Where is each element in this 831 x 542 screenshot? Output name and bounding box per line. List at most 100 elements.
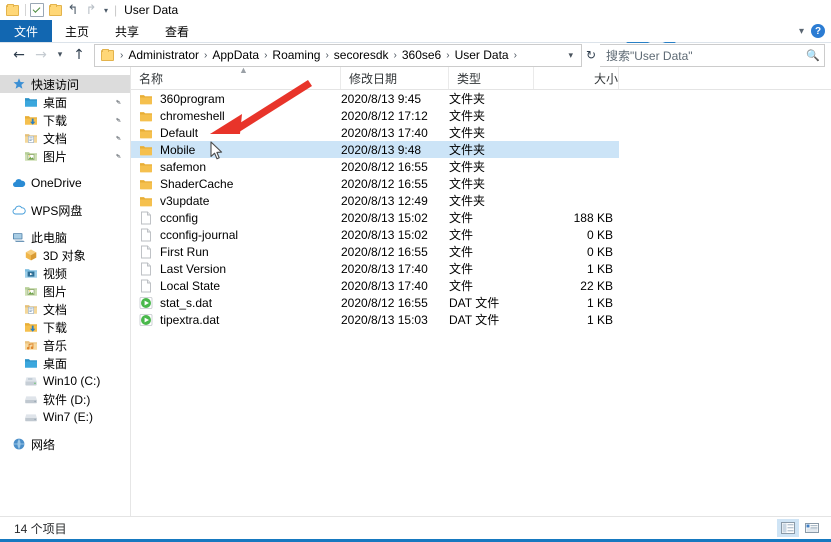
file-icon <box>139 245 153 259</box>
breadcrumb-item-roaming[interactable]: Roaming <box>270 48 322 62</box>
arrow-right-icon[interactable]: → <box>30 45 52 65</box>
folder-icon <box>139 143 153 157</box>
column-header-name[interactable]: 名称 <box>131 67 341 89</box>
file-name-label: 360program <box>160 91 225 106</box>
sidebar-item-0[interactable]: 快速访问 <box>0 75 130 93</box>
pin-icon[interactable]: ✒ <box>113 114 124 125</box>
pin-icon[interactable]: ✒ <box>113 96 124 107</box>
tab-share[interactable]: 共享 <box>102 20 152 42</box>
folder-icon <box>139 109 153 123</box>
table-row[interactable]: safemon 2020/8/12 16:55 文件夹 <box>131 158 619 175</box>
tab-home[interactable]: 主页 <box>52 20 102 42</box>
table-row[interactable]: Last Version 2020/8/13 17:40 文件 1 KB <box>131 260 619 277</box>
sidebar-item-15[interactable]: Win10 (C:) <box>0 372 130 390</box>
sidebar-item-1[interactable]: 桌面 ✒ <box>0 93 130 111</box>
sidebar-item-17[interactable]: Win7 (E:) <box>0 408 130 426</box>
tiles-view-icon[interactable] <box>801 519 823 537</box>
sidebar-item-8[interactable]: 3D 对象 <box>0 246 130 264</box>
sidebar-item-4[interactable]: 图片 ✒ <box>0 147 130 165</box>
cell-date: 2020/8/13 9:45 <box>341 91 422 106</box>
details-view-icon[interactable] <box>777 519 799 537</box>
view-toggle-group <box>777 519 831 537</box>
breadcrumb-chevron-down-icon[interactable]: ▾ <box>564 50 577 61</box>
folder-icon <box>139 160 153 174</box>
explorer-body: 快速访问 桌面 ✒ 下载 ✒ 文档 ✒ 图片 ✒ OneDrive WPS网盘 此电脑 3D 对象 视频图… <box>0 66 831 516</box>
documents-folder-icon <box>24 302 38 316</box>
help-icon[interactable]: ? <box>811 24 825 38</box>
search-placeholder: 搜索"User Data" <box>606 48 693 63</box>
sidebar-item-10[interactable]: 图片 <box>0 282 130 300</box>
breadcrumb[interactable]: › Administrator › AppData › Roaming › se… <box>94 43 582 67</box>
table-row[interactable]: cconfig 2020/8/13 15:02 文件 188 KB <box>131 209 619 226</box>
downloads-folder-icon <box>24 320 38 334</box>
sidebar-item-11[interactable]: 文档 <box>0 300 130 318</box>
file-name-label: cconfig-journal <box>160 227 239 242</box>
pin-icon[interactable]: ✒ <box>113 132 124 143</box>
recent-locations-chevron-down-icon[interactable]: ▾ <box>52 45 68 65</box>
cell-type: DAT 文件 <box>449 296 500 310</box>
column-header-size[interactable]: 大小 <box>534 67 619 89</box>
arrow-up-icon[interactable]: ↑ <box>68 45 90 65</box>
cell-type: 文件夹 <box>449 194 486 208</box>
sidebar-item-3[interactable]: 文档 ✒ <box>0 129 130 147</box>
sidebar-item-12[interactable]: 下载 <box>0 318 130 336</box>
breadcrumb-item-secoresdk[interactable]: secoresdk <box>332 48 391 62</box>
cell-size <box>534 141 619 158</box>
sidebar-item-18[interactable]: 网络 <box>0 435 130 453</box>
table-row[interactable]: tipextra.dat 2020/8/13 15:03 DAT 文件 1 KB <box>131 311 619 328</box>
column-header-date[interactable]: 修改日期 <box>341 67 449 89</box>
file-icon <box>139 279 153 293</box>
table-row[interactable]: v3update 2020/8/13 12:49 文件夹 <box>131 192 619 209</box>
chevron-down-icon[interactable]: ▾ <box>104 6 108 15</box>
cell-date: 2020/8/12 16:55 <box>341 295 428 310</box>
table-row[interactable]: First Run 2020/8/12 16:55 文件 0 KB <box>131 243 619 260</box>
refresh-icon[interactable]: ↻ <box>582 45 600 65</box>
breadcrumb-item-360se6[interactable]: 360se6 <box>400 48 443 62</box>
sidebar-item-label: OneDrive <box>31 176 82 190</box>
sidebar-item-13[interactable]: 音乐 <box>0 336 130 354</box>
sidebar-item-5[interactable]: OneDrive <box>0 174 130 192</box>
window-title: User Data <box>124 3 179 17</box>
music-folder-icon <box>24 338 38 352</box>
table-row[interactable]: ShaderCache 2020/8/12 16:55 文件夹 <box>131 175 619 192</box>
new-folder-icon[interactable] <box>47 2 63 18</box>
redo-icon[interactable]: ↱ <box>83 2 99 18</box>
table-row[interactable]: Local State 2020/8/13 17:40 文件 22 KB <box>131 277 619 294</box>
cell-type: 文件 <box>449 279 474 293</box>
table-row[interactable]: 360program 2020/8/13 9:45 文件夹 <box>131 90 619 107</box>
search-input[interactable]: 搜索"User Data" 🔍 <box>600 43 825 67</box>
table-row[interactable]: Mobile 2020/8/13 9:48 文件夹 <box>131 141 619 158</box>
ribbon-collapse-chevron-down-icon[interactable]: ▾ <box>799 26 804 37</box>
cell-date: 2020/8/13 17:40 <box>341 278 428 293</box>
sidebar-item-9[interactable]: 视频 <box>0 264 130 282</box>
table-row[interactable]: cconfig-journal 2020/8/13 15:02 文件 0 KB <box>131 226 619 243</box>
sidebar-item-6[interactable]: WPS网盘 <box>0 201 130 219</box>
tab-file[interactable]: 文件 <box>0 20 53 42</box>
cell-date: 2020/8/12 16:55 <box>341 159 428 174</box>
column-header-type[interactable]: 类型 <box>449 67 534 89</box>
breadcrumb-item-appdata[interactable]: AppData <box>210 48 261 62</box>
cell-name: Local State <box>131 277 341 294</box>
file-name-label: safemon <box>160 159 207 174</box>
folder-icon[interactable] <box>4 2 20 18</box>
table-row[interactable]: chromeshell 2020/8/12 17:12 文件夹 <box>131 107 619 124</box>
sidebar-item-14[interactable]: 桌面 <box>0 354 130 372</box>
properties-icon[interactable] <box>29 2 45 18</box>
file-name-label: Local State <box>160 278 221 293</box>
downloads-folder-icon <box>24 113 38 127</box>
arrow-left-icon[interactable]: ← <box>8 45 30 65</box>
sidebar-item-2[interactable]: 下载 ✒ <box>0 111 130 129</box>
search-icon[interactable]: 🔍 <box>806 49 820 62</box>
sidebar-item-label: 此电脑 <box>31 230 68 245</box>
cell-size: 188 KB <box>573 210 613 225</box>
table-row[interactable]: Default 2020/8/13 17:40 文件夹 <box>131 124 619 141</box>
sidebar-item-7[interactable]: 此电脑 <box>0 228 130 246</box>
table-row[interactable]: stat_s.dat 2020/8/12 16:55 DAT 文件 1 KB <box>131 294 619 311</box>
breadcrumb-item-administrator[interactable]: Administrator <box>126 48 201 62</box>
tab-view[interactable]: 查看 <box>152 20 202 42</box>
breadcrumb-item-user-data[interactable]: User Data <box>453 48 511 62</box>
sidebar-item-16[interactable]: 软件 (D:) <box>0 390 130 408</box>
undo-icon[interactable]: ↰ <box>65 2 81 18</box>
pin-icon[interactable]: ✒ <box>113 150 124 161</box>
cell-name: cconfig <box>131 209 341 226</box>
